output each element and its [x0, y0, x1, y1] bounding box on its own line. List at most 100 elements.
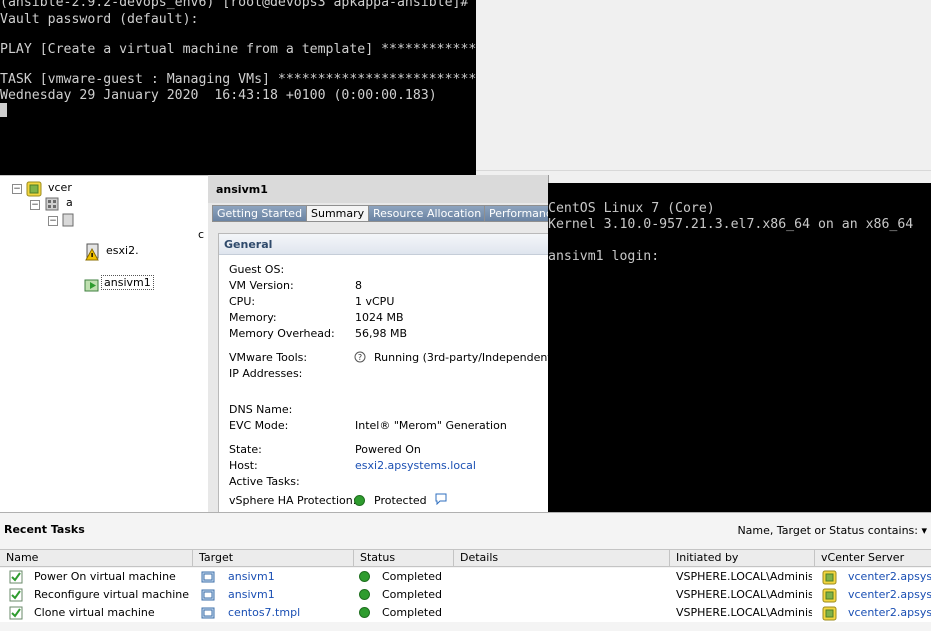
field-label: CPU: — [229, 295, 256, 308]
vm-powered-on-icon — [84, 279, 99, 292]
tab-performance[interactable]: Performance — [484, 205, 550, 221]
protected-check-icon — [354, 495, 365, 506]
field-label: EVC Mode: — [229, 419, 289, 432]
task-name: Clone virtual machine — [34, 606, 155, 619]
field-value: 1024 MB — [355, 311, 404, 324]
field-value: Powered On — [355, 443, 421, 456]
field-value: Intel® "Merom" Generation — [355, 419, 507, 432]
column-header-target[interactable]: Target — [193, 550, 354, 566]
console-line: ansivm1 login: — [548, 249, 660, 264]
vm-summary-panel: ansivm1 Getting Started Summary Resource… — [208, 175, 556, 514]
field-value: 8 — [355, 279, 362, 292]
field-value: 1 vCPU — [355, 295, 395, 308]
task-vcenter-link[interactable]: vcenter2.apsyste — [848, 570, 931, 583]
table-row[interactable]: Reconfigure virtual machine ansivm1 Comp… — [0, 586, 931, 604]
task-target-link[interactable]: ansivm1 — [228, 570, 275, 583]
completed-icon — [359, 571, 370, 582]
cluster-icon — [62, 213, 74, 227]
tree-node-host[interactable]: esxi2. — [106, 244, 139, 257]
datacenter-icon — [45, 197, 59, 211]
task-status: Completed — [382, 588, 442, 601]
collapse-icon[interactable]: − — [12, 184, 22, 194]
table-header: Name Target Status Details Initiated by … — [0, 549, 931, 567]
completed-icon — [359, 589, 370, 600]
host-warning-icon — [85, 243, 99, 261]
task-name: Power On virtual machine — [34, 570, 176, 583]
task-initiated-by: VSPHERE.LOCAL\Adminis... — [676, 570, 812, 583]
task-done-icon — [9, 606, 23, 620]
tree-node-vcenter[interactable]: vcer — [48, 181, 72, 194]
help-icon[interactable]: ? — [354, 351, 366, 363]
column-header-details[interactable]: Details — [454, 550, 670, 566]
ssh-terminal[interactable]: (ansible-2.9.2-devops_env6) [root@devops… — [0, 0, 476, 175]
field-label: Memory: — [229, 311, 277, 324]
section-header[interactable]: General — [219, 234, 549, 255]
terminal-line: Vault password (default): — [0, 12, 199, 27]
filter-dropdown[interactable]: Name, Target or Status contains: ▾ — [737, 524, 927, 537]
vm-icon — [201, 589, 215, 601]
terminal-line: TASK [vmware-guest : Managing VMs] *****… — [0, 72, 476, 87]
vm-icon — [201, 571, 215, 583]
task-vcenter-link[interactable]: vcenter2.apsyste — [848, 588, 931, 601]
collapse-icon[interactable]: − — [30, 200, 40, 210]
column-header-initiated-by[interactable]: Initiated by — [670, 550, 815, 566]
task-target-link[interactable]: centos7.tmpl — [228, 606, 300, 619]
terminal-line: PLAY [Create a virtual machine from a te… — [0, 42, 476, 57]
field-label: VM Version: — [229, 279, 294, 292]
general-section: General Guest OS: VM Version: 8 CPU: 1 v… — [218, 233, 556, 514]
console-line: CentOS Linux 7 (Core) — [548, 201, 715, 216]
task-target-link[interactable]: ansivm1 — [228, 588, 275, 601]
collapse-icon[interactable]: − — [48, 216, 58, 226]
field-value: Protected — [374, 494, 427, 507]
svg-text:?: ? — [358, 353, 362, 362]
terminal-line: (ansible-2.9.2-devops_env6) [root@devops… — [0, 0, 476, 10]
table-row[interactable]: Power On virtual machine ansivm1 Complet… — [0, 568, 931, 586]
column-header-status[interactable]: Status — [354, 550, 454, 566]
comment-icon[interactable] — [435, 493, 447, 505]
field-label: DNS Name: — [229, 403, 293, 416]
console-line: Kernel 3.10.0-957.21.3.el7.x86_64 on an … — [548, 217, 914, 232]
terminal-cursor — [0, 103, 7, 117]
tab-resource-allocation[interactable]: Resource Allocation — [368, 205, 487, 221]
vcenter-icon — [822, 588, 837, 603]
template-icon — [201, 607, 215, 619]
field-label: State: — [229, 443, 262, 456]
completed-icon — [359, 607, 370, 618]
tab-summary[interactable]: Summary — [306, 205, 370, 222]
column-header-vcenter[interactable]: vCenter Server — [815, 550, 931, 566]
vcenter-icon — [822, 570, 837, 585]
task-initiated-by: VSPHERE.LOCAL\Adminis... — [676, 606, 812, 619]
section-title: General — [224, 238, 273, 251]
terminal-line: Wednesday 29 January 2020 16:43:18 +0100… — [0, 88, 437, 103]
background-window — [476, 0, 931, 183]
host-link[interactable]: esxi2.apsystems.local — [355, 459, 476, 472]
vm-title: ansivm1 — [216, 183, 268, 196]
vcenter-icon — [26, 181, 42, 197]
task-status: Completed — [382, 570, 442, 583]
field-label: vSphere HA Protection: — [229, 494, 357, 507]
task-name: Reconfigure virtual machine — [34, 588, 190, 601]
tab-getting-started[interactable]: Getting Started — [212, 205, 308, 221]
panel-header: ansivm1 — [208, 175, 548, 203]
table-row[interactable]: Clone virtual machine centos7.tmpl Compl… — [0, 604, 931, 622]
task-vcenter-link[interactable]: vcenter2.apsyste — [848, 606, 931, 619]
field-label: Active Tasks: — [229, 475, 300, 488]
field-label: Guest OS: — [229, 263, 285, 276]
inventory-tree[interactable]: − vcer − a − c esxi2. ansivm1 — [0, 175, 209, 513]
column-header-name[interactable]: Name — [0, 550, 193, 566]
field-label: Host: — [229, 459, 258, 472]
field-label: IP Addresses: — [229, 367, 303, 380]
vcenter-icon — [822, 606, 837, 621]
field-label: Memory Overhead: — [229, 327, 335, 340]
tree-truncated-letter: c — [198, 228, 205, 241]
task-status: Completed — [382, 606, 442, 619]
tree-node-vm-selected[interactable]: ansivm1 — [101, 275, 154, 290]
task-done-icon — [9, 570, 23, 584]
field-value: Running (3rd-party/Independent) — [374, 351, 556, 364]
panel-title: Recent Tasks — [4, 523, 85, 536]
tree-node-datacenter[interactable]: a — [66, 196, 73, 209]
field-label: VMware Tools: — [229, 351, 308, 364]
recent-tasks-panel: Recent Tasks Name, Target or Status cont… — [0, 512, 931, 631]
tab-bar: Getting Started Summary Resource Allocat… — [212, 205, 550, 222]
vm-console[interactable]: CentOS Linux 7 (Core) Kernel 3.10.0-957.… — [548, 183, 931, 512]
